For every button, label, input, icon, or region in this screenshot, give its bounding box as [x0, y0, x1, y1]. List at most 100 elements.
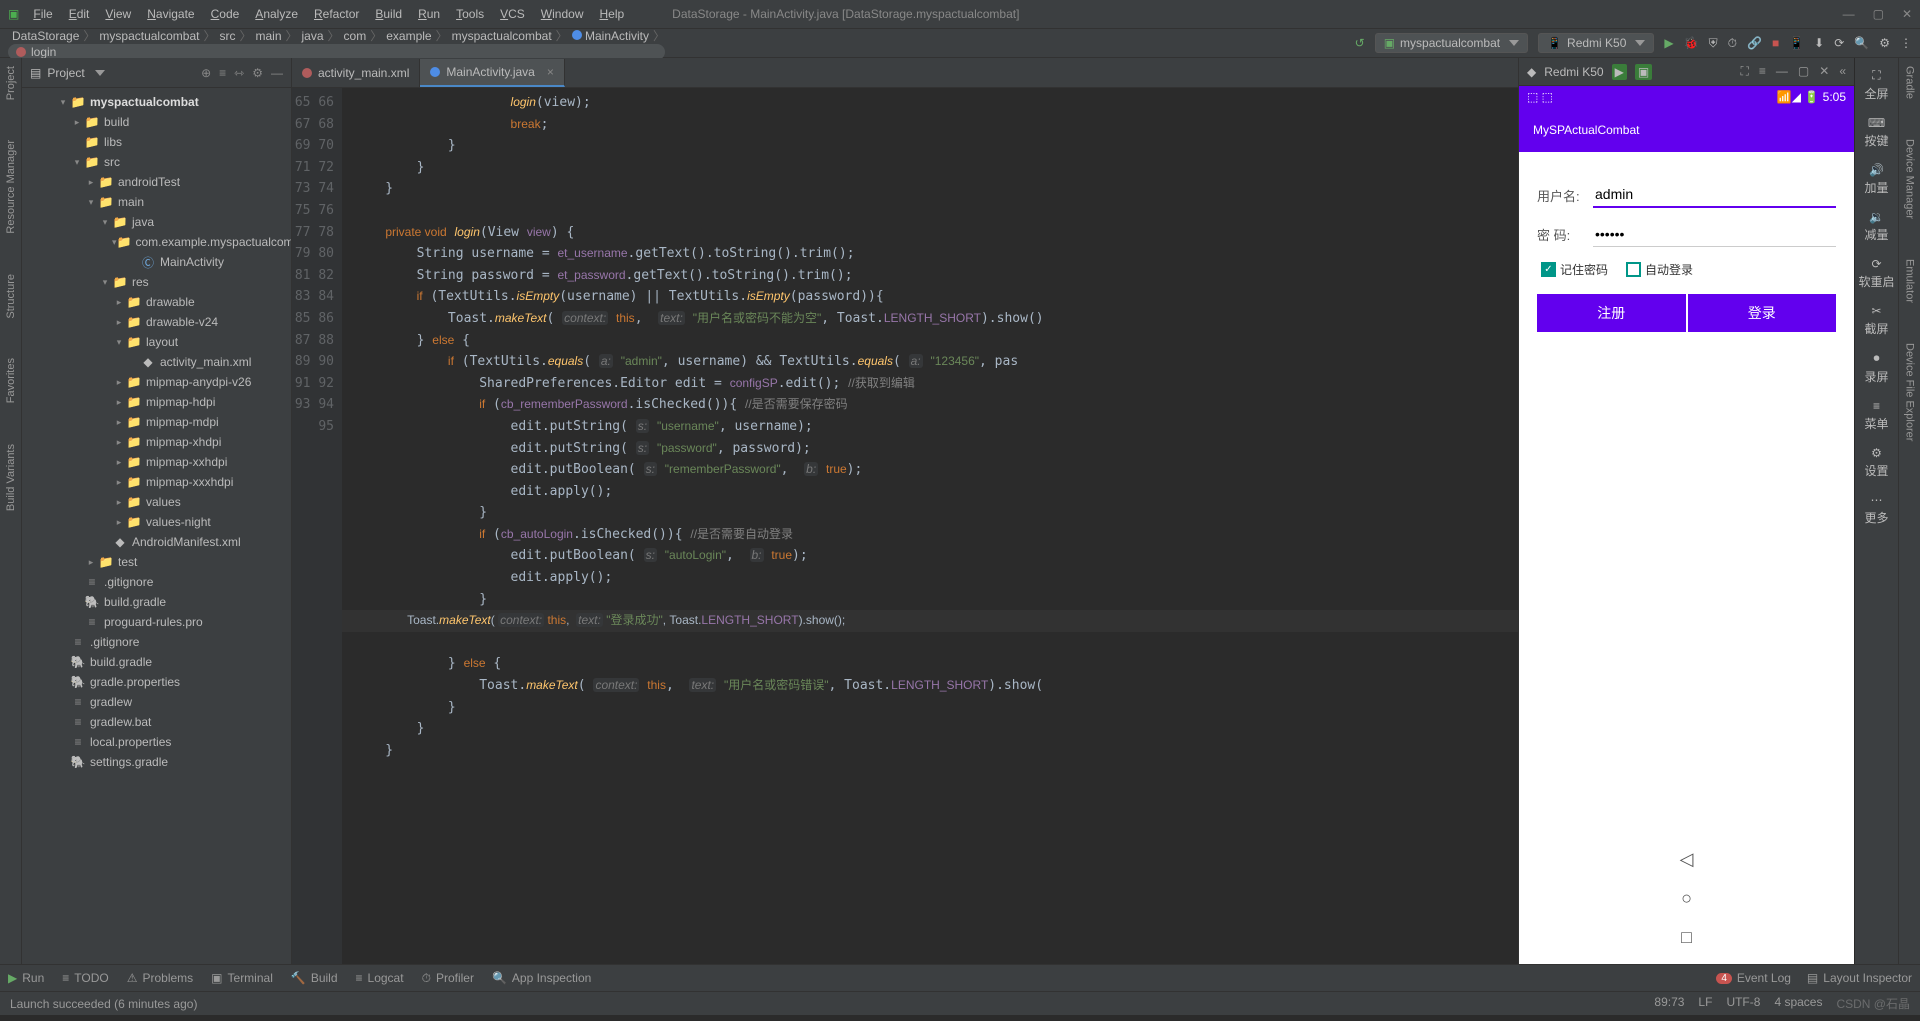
menu-edit[interactable]: Edit — [61, 7, 98, 21]
encoding[interactable]: UTF-8 — [1726, 995, 1760, 1012]
close-icon[interactable]: ✕ — [1902, 7, 1912, 21]
emul-side-3[interactable]: 🔉减量 — [1859, 206, 1895, 247]
right-tool-emulator[interactable]: Emulator — [1904, 259, 1916, 303]
emulator-fullscreen-icon[interactable]: ⛶ — [1740, 64, 1748, 79]
remember-checkbox[interactable]: ✓ — [1541, 262, 1556, 277]
search-icon[interactable]: 🔍 — [1854, 36, 1869, 50]
debug-icon[interactable]: 🐞 — [1684, 36, 1699, 50]
tree-node[interactable]: ▾📁res — [22, 272, 291, 292]
tree-node[interactable]: ▸📁build — [22, 112, 291, 132]
tree-node[interactable]: 🐘build.gradle — [22, 592, 291, 612]
project-panel-title[interactable]: Project — [47, 66, 84, 80]
breadcrumb-item[interactable]: MainActivity — [568, 29, 653, 43]
expand-icon[interactable]: ≡ — [219, 66, 226, 80]
right-tool-devmgr[interactable]: Device Manager — [1904, 139, 1916, 219]
indent[interactable]: 4 spaces — [1774, 995, 1822, 1012]
username-input[interactable] — [1593, 182, 1836, 208]
emul-side-2[interactable]: 🔊加量 — [1859, 159, 1895, 200]
tree-node[interactable]: ≡gradlew.bat — [22, 712, 291, 732]
project-tree[interactable]: ▾📁myspactualcombat▸📁build📁libs▾📁src▸📁and… — [22, 88, 291, 964]
menu-code[interactable]: Code — [203, 7, 248, 21]
emulator-collapse-icon[interactable]: « — [1839, 64, 1846, 79]
bottom-logcat[interactable]: ≡ Logcat — [356, 971, 404, 985]
tree-node[interactable]: ▾📁src — [22, 152, 291, 172]
left-tool-buildvariants[interactable]: Build Variants — [5, 444, 17, 511]
emul-side-8[interactable]: ⚙设置 — [1859, 442, 1895, 483]
run-icon[interactable]: ▶ — [1664, 36, 1673, 50]
emul-side-0[interactable]: ⛶全屏 — [1859, 64, 1895, 106]
tree-node[interactable]: ≡proguard-rules.pro — [22, 612, 291, 632]
sync-icon[interactable]: ↺ — [1355, 36, 1365, 50]
breadcrumb-item[interactable]: main — [251, 29, 285, 43]
tree-node[interactable]: 📁libs — [22, 132, 291, 152]
tree-node[interactable]: 🐘gradle.properties — [22, 672, 291, 692]
bottom-todo[interactable]: ≡ TODO — [62, 971, 108, 985]
tree-node[interactable]: ▾📁main — [22, 192, 291, 212]
emulator-menu-icon[interactable]: ≡ — [1759, 64, 1766, 79]
bottom-terminal[interactable]: ▣ Terminal — [211, 971, 273, 985]
tree-node[interactable]: ▸📁test — [22, 552, 291, 572]
left-tool-resourcemgr[interactable]: Resource Manager — [5, 140, 17, 234]
left-tool-favorites[interactable]: Favorites — [5, 358, 17, 403]
emul-side-5[interactable]: ✂截屏 — [1859, 300, 1895, 341]
tree-node[interactable]: ▸📁mipmap-xxxhdpi — [22, 472, 291, 492]
event-log[interactable]: 4Event Log — [1716, 971, 1791, 985]
emul-side-1[interactable]: ⌨按键 — [1859, 112, 1895, 153]
bottom-appinspection[interactable]: 🔍 App Inspection — [492, 971, 591, 985]
menu-refactor[interactable]: Refactor — [306, 7, 367, 21]
right-tool-gradle[interactable]: Gradle — [1904, 66, 1916, 99]
nav-home-icon[interactable]: ○ — [1681, 888, 1692, 909]
more-icon[interactable]: ⋮ — [1900, 36, 1912, 50]
tree-node[interactable]: ▸📁drawable-v24 — [22, 312, 291, 332]
minimize-icon[interactable]: ― — [1843, 7, 1855, 21]
password-input[interactable] — [1593, 222, 1836, 247]
menu-analyze[interactable]: Analyze — [247, 7, 306, 21]
menu-tools[interactable]: Tools — [448, 7, 492, 21]
collapse-icon[interactable]: ⇿ — [234, 66, 244, 80]
tree-node[interactable]: ≡gradlew — [22, 692, 291, 712]
emul-side-4[interactable]: ⟳软重启 — [1859, 253, 1895, 294]
breadcrumb-item[interactable]: java — [298, 29, 328, 43]
tree-node[interactable]: ▸📁mipmap-mdpi — [22, 412, 291, 432]
emulator-close-icon[interactable]: ✕ — [1819, 64, 1829, 79]
profile-icon[interactable]: ⏱ — [1728, 36, 1737, 51]
stop-icon[interactable]: ■ — [1772, 36, 1779, 50]
code-editor[interactable]: 65 66 67 68 69 70 71 72 73 74 75 76 77 7… — [292, 88, 1518, 964]
breadcrumb-item[interactable]: myspactualcombat — [448, 29, 556, 43]
menu-window[interactable]: Window — [533, 7, 592, 21]
menu-run[interactable]: Run — [410, 7, 448, 21]
tree-node[interactable]: ▸📁values — [22, 492, 291, 512]
tree-node[interactable]: ≡local.properties — [22, 732, 291, 752]
login-button[interactable]: 登录 — [1688, 294, 1837, 332]
avd-icon[interactable]: 📱 — [1789, 36, 1804, 50]
breadcrumb-item[interactable]: myspactualcombat — [95, 29, 203, 43]
left-tool-structure[interactable]: Structure — [5, 274, 17, 319]
breadcrumb-item[interactable]: DataStorage — [8, 29, 83, 43]
bottom-build[interactable]: 🔨 Build — [291, 971, 338, 985]
tree-node[interactable]: ⒸMainActivity — [22, 252, 291, 272]
left-tool-project[interactable]: Project — [5, 66, 17, 100]
tree-node[interactable]: ▸📁mipmap-xxhdpi — [22, 452, 291, 472]
settings-icon[interactable]: ⚙ — [1879, 36, 1890, 50]
menu-vcs[interactable]: VCS — [492, 7, 533, 21]
right-tool-fileexplorer[interactable]: Device File Explorer — [1904, 343, 1916, 441]
emulator-screenshot-icon[interactable]: ▣ — [1635, 64, 1652, 80]
tree-node[interactable]: ▸📁mipmap-anydpi-v26 — [22, 372, 291, 392]
tree-node[interactable]: ▸📁mipmap-hdpi — [22, 392, 291, 412]
tree-node[interactable]: ▾📁myspactualcombat — [22, 92, 291, 112]
emulator-max-icon[interactable]: ▢ — [1798, 64, 1809, 79]
run-config-dropdown[interactable]: ▣myspactualcombat — [1375, 33, 1528, 53]
emul-side-7[interactable]: ≡菜单 — [1859, 395, 1895, 436]
emulator-min-icon[interactable]: ― — [1776, 64, 1788, 79]
coverage-icon[interactable]: ⛨ — [1709, 36, 1718, 51]
register-button[interactable]: 注册 — [1537, 294, 1686, 332]
tree-node[interactable]: ▸📁values-night — [22, 512, 291, 532]
menu-navigate[interactable]: Navigate — [139, 7, 202, 21]
tree-node[interactable]: ▾📁com.example.myspactualcombat — [22, 232, 291, 252]
tree-node[interactable]: ◆activity_main.xml — [22, 352, 291, 372]
maximize-icon[interactable]: ▢ — [1873, 7, 1884, 21]
tree-node[interactable]: 🐘build.gradle — [22, 652, 291, 672]
tree-node[interactable]: ◆AndroidManifest.xml — [22, 532, 291, 552]
hide-icon[interactable]: ― — [271, 66, 283, 80]
nav-recent-icon[interactable]: □ — [1681, 927, 1692, 948]
